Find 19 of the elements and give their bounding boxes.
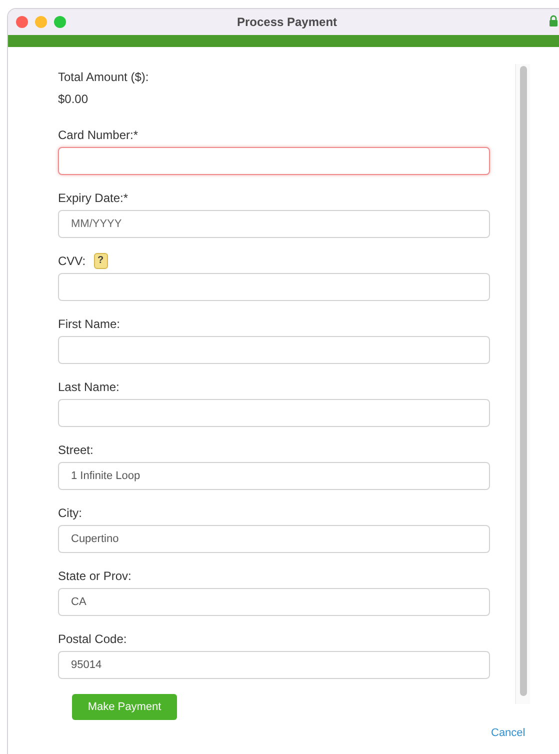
- input-field[interactable]: 1 Infinite Loop: [58, 462, 490, 490]
- field-label: Card Number:*: [58, 127, 140, 143]
- help-badge[interactable]: ?: [94, 253, 108, 269]
- field-label: Postal Code:: [58, 631, 128, 647]
- input-field[interactable]: Cupertino: [58, 525, 490, 553]
- total-value: $0.00: [58, 91, 90, 107]
- field-label: First Name:: [58, 316, 122, 332]
- window-title: Process Payment: [236, 15, 338, 29]
- input-field[interactable]: CA: [58, 588, 490, 616]
- field-label: Last Name:: [58, 379, 120, 395]
- field-label: Street:: [58, 442, 94, 458]
- input-field[interactable]: 95014: [58, 651, 490, 679]
- field-label: State or Prov:: [58, 568, 132, 584]
- field-label: Expiry Date:*: [58, 190, 130, 206]
- field-label: City:: [58, 505, 83, 521]
- total-label: Total Amount ($):: [58, 69, 150, 85]
- field-label: CVV:: [58, 253, 86, 269]
- input-field[interactable]: MM/YYYY: [58, 210, 490, 238]
- cancel-link[interactable]: Cancel: [491, 727, 526, 739]
